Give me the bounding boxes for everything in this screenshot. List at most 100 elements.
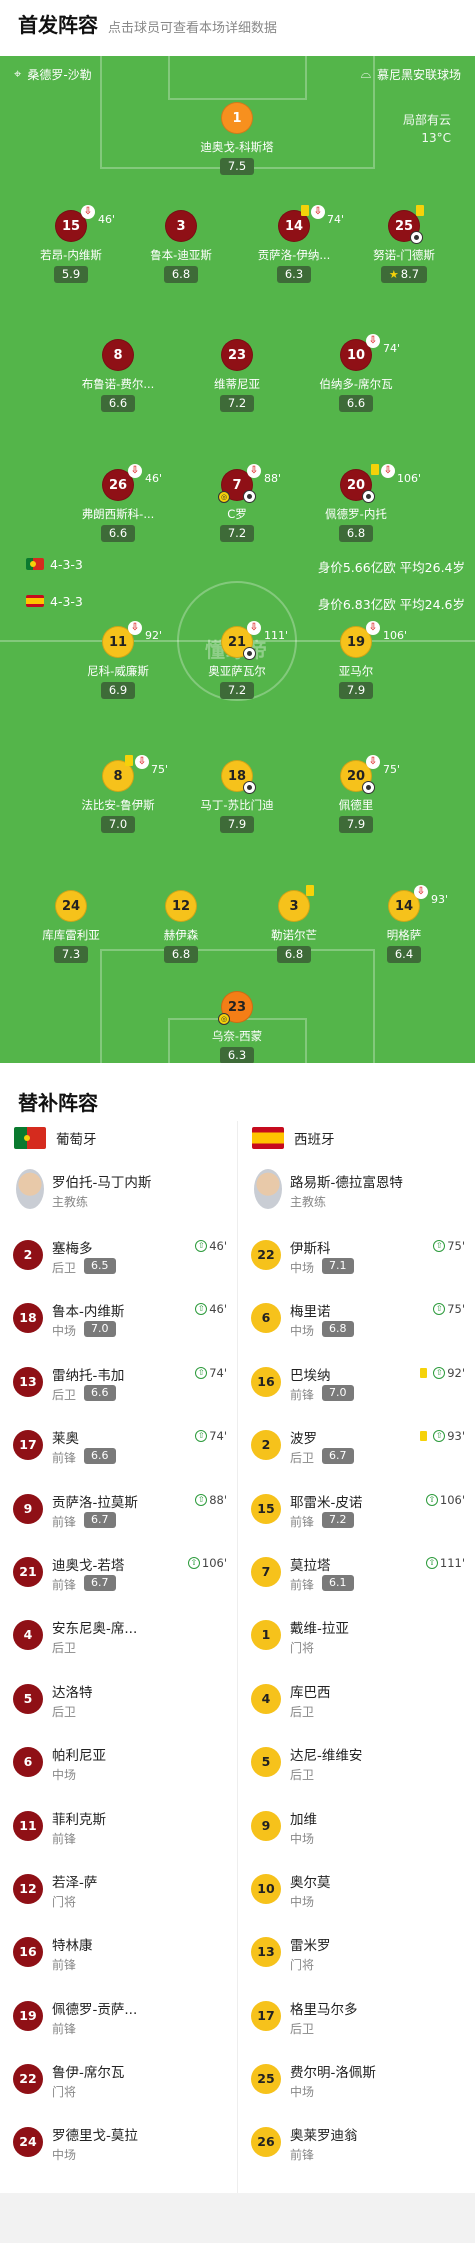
sub-player-row[interactable]: 13 雷米罗 门将 bbox=[238, 1924, 475, 1987]
sub-player-position: 前锋 bbox=[290, 1577, 315, 1592]
sub-player-row[interactable]: 1 戴维-拉亚 门将 bbox=[238, 1607, 475, 1670]
player-name: 库库雷利亚 bbox=[42, 928, 100, 942]
team-name: 葡萄牙 bbox=[56, 1132, 97, 1148]
sub-player-row[interactable]: 4 库巴西 后卫 bbox=[238, 1671, 475, 1734]
sub-in-icon: ⇧ bbox=[433, 1430, 446, 1443]
sub-player-position: 中场 bbox=[290, 1831, 315, 1846]
sub-in-time: ⇧ 106' bbox=[187, 1556, 227, 1570]
sub-player-name: 贡萨洛-拉莫斯 bbox=[52, 1494, 138, 1511]
sub-player-row[interactable]: 25 费尔明-洛佩斯 中场 bbox=[238, 2051, 475, 2114]
sub-player-row[interactable]: 22 鲁伊-席尔瓦 门将 bbox=[0, 2051, 237, 2114]
sub-out-icon: ⇩ bbox=[414, 885, 428, 899]
player-rating: 5.9 bbox=[53, 266, 89, 283]
pitch-player[interactable]: 1 迪奥戈-科斯塔 7.5 bbox=[182, 102, 292, 175]
weather-condition: 局部有云 bbox=[402, 113, 451, 127]
portugal-formation: 4-3-3 bbox=[50, 557, 83, 572]
pitch-player[interactable]: 8 布鲁诺-费尔... 6.6 bbox=[63, 339, 173, 412]
pitch-player[interactable]: 11 ⇩ 92' 尼科-威廉斯 6.9 bbox=[63, 621, 173, 699]
sub-player-number: 18 bbox=[13, 1303, 43, 1334]
sub-player-row[interactable]: 9 贡萨洛-拉莫斯 前锋 6.7 ⇧ 88' bbox=[0, 1481, 237, 1544]
referee-label: ⌖ 桑德罗-沙勒 bbox=[14, 66, 92, 83]
sub-player-number: 6 bbox=[251, 1303, 281, 1334]
sub-out-icon: ⇩ bbox=[128, 621, 142, 635]
sub-player-row[interactable]: 5 达尼-维维安 后卫 bbox=[238, 1734, 475, 1797]
assist-icon: ◎ bbox=[218, 491, 230, 503]
sub-player-row[interactable]: 4 安东尼奥-席... 后卫 bbox=[0, 1607, 237, 1670]
pitch-player[interactable]: 14 ⇩ 93' 明格萨 6.4 bbox=[349, 885, 459, 963]
sub-player-row[interactable]: 10 奥尔莫 中场 bbox=[238, 1861, 475, 1924]
pitch-player[interactable]: 21 ⇩ 111' 奥亚萨瓦尔 7.2 bbox=[182, 621, 292, 699]
pitch-player[interactable]: 8 ⇩ 75' 法比安-鲁伊斯 7.0 bbox=[63, 755, 173, 833]
sub-player-row[interactable]: 24 罗德里戈-莫拉 中场 bbox=[0, 2114, 237, 2177]
sub-player-row[interactable]: 6 帕利尼亚 中场 bbox=[0, 1734, 237, 1797]
sub-player-row[interactable]: 2 波罗 后卫 6.7 ⇧ 93' bbox=[238, 1417, 475, 1480]
sub-player-position: 中场 bbox=[52, 2148, 77, 2163]
sub-player-name: 鲁伊-席尔瓦 bbox=[52, 2065, 125, 2082]
sub-in-icon: ⇧ bbox=[195, 1366, 208, 1379]
sub-player-name: 格里马尔多 bbox=[290, 2001, 358, 2018]
sub-player-number: 16 bbox=[13, 1937, 43, 1968]
portugal-formation-row: 4-3-3 身价5.66亿欧 平均26.4岁 bbox=[0, 556, 475, 575]
player-name: 奥亚萨瓦尔 bbox=[208, 664, 266, 678]
sub-player-row[interactable]: 17 格里马尔多 后卫 bbox=[238, 1988, 475, 2051]
sub-player-number: 10 bbox=[251, 1873, 281, 1904]
sub-player-row[interactable]: 16 巴埃纳 前锋 7.0 ⇧ 92' bbox=[238, 1354, 475, 1417]
pitch-player[interactable]: 25 努诺-门德斯 ★ 8.7 bbox=[349, 205, 459, 283]
sub-player-row[interactable]: 26 奥莱罗迪翁 前锋 bbox=[238, 2114, 475, 2177]
player-name: 佩德罗-内托 bbox=[325, 507, 387, 521]
sub-player-row[interactable]: 18 鲁本-内维斯 中场 7.0 ⇧ 46' bbox=[0, 1290, 237, 1353]
sub-player-row[interactable]: 5 达洛特 后卫 bbox=[0, 1671, 237, 1734]
sub-player-row[interactable]: 9 加维 中场 bbox=[238, 1798, 475, 1861]
sub-player-number: 17 bbox=[251, 2000, 281, 2031]
sub-player-row[interactable]: 11 菲利克斯 前锋 bbox=[0, 1798, 237, 1861]
pitch-player[interactable]: 20 ⇩ 106' 佩德罗-内托 6.8 bbox=[301, 464, 421, 542]
pitch-player[interactable]: 12 赫伊森 6.8 bbox=[126, 890, 236, 963]
player-rating: 7.0 bbox=[100, 816, 136, 833]
pitch-player[interactable]: 15 ⇩ 46' 若昂-内维斯 5.9 bbox=[16, 205, 126, 283]
pitch-player[interactable]: 23 ◎ 乌奈-西蒙 6.3 bbox=[182, 991, 292, 1063]
sub-player-row[interactable]: 12 若泽-萨 门将 bbox=[0, 1861, 237, 1924]
portugal-subs-column: 葡萄牙 罗伯托-马丁内斯 主教练 2 塞梅多 后卫 6.5 ⇧ 46' 18 鲁本-内维斯 中场… bbox=[0, 1113, 237, 2178]
sub-player-row[interactable]: 15 耶雷米-皮诺 前锋 7.2 ⇧ 106' bbox=[238, 1481, 475, 1544]
pitch-player[interactable]: 3 勒诺尔芒 6.8 bbox=[239, 885, 349, 963]
sub-out-icon: ⇩ bbox=[135, 755, 149, 769]
sub-player-row[interactable]: 22 伊斯科 中场 7.1 ⇧ 75' bbox=[238, 1227, 475, 1290]
sub-minute: 106' bbox=[397, 472, 422, 485]
player-number: 14 bbox=[394, 899, 414, 914]
pitch-player[interactable]: 10 ⇩ 74' 伯纳多-席尔瓦 6.6 bbox=[301, 334, 411, 412]
pitch-player[interactable]: 3 鲁本-迪亚斯 6.8 bbox=[126, 210, 236, 283]
sub-player-name: 费尔明-洛佩斯 bbox=[290, 2065, 376, 2082]
sub-player-row[interactable]: 6 梅里诺 中场 6.8 ⇧ 75' bbox=[238, 1290, 475, 1353]
sub-player-row[interactable]: 21 迪奥戈-若塔 前锋 6.7 ⇧ 106' bbox=[0, 1544, 237, 1607]
coach-row[interactable]: 罗伯托-马丁内斯 主教练 bbox=[0, 1163, 237, 1227]
pitch-player[interactable]: 26 ⇩ 46' 弗朗西斯科-... 6.6 bbox=[63, 464, 173, 542]
sub-player-row[interactable]: 19 佩德罗-贡萨... 前锋 bbox=[0, 1988, 237, 2051]
sub-player-number: 16 bbox=[251, 1366, 281, 1397]
sub-player-row[interactable]: 2 塞梅多 后卫 6.5 ⇧ 46' bbox=[0, 1227, 237, 1290]
sub-player-name: 库巴西 bbox=[290, 1684, 331, 1701]
pitch-player[interactable]: 23 维蒂尼亚 7.2 bbox=[182, 339, 292, 412]
player-number: 8 bbox=[102, 339, 134, 371]
sub-in-icon: ⇧ bbox=[425, 1556, 438, 1569]
pitch-player[interactable]: 18 马丁-苏比门迪 7.9 bbox=[182, 760, 292, 833]
sub-player-row[interactable]: 16 特林康 前锋 bbox=[0, 1924, 237, 1987]
player-name: 若昂-内维斯 bbox=[40, 248, 102, 262]
sub-in-icon: ⇧ bbox=[433, 1303, 446, 1316]
sub-player-position: 后卫 bbox=[52, 1704, 77, 1719]
sub-in-icon: ⇧ bbox=[425, 1493, 438, 1506]
sub-minute: 74' bbox=[327, 213, 345, 226]
sub-player-row[interactable]: 7 莫拉塔 前锋 6.1 ⇧ 111' bbox=[238, 1544, 475, 1607]
sub-player-row[interactable]: 17 莱奥 前锋 6.6 ⇧ 74' bbox=[0, 1417, 237, 1480]
pitch-player[interactable]: 24 库库雷利亚 7.3 bbox=[16, 890, 126, 963]
coach-row[interactable]: 路易斯-德拉富恩特 主教练 bbox=[238, 1163, 475, 1227]
pitch-player[interactable]: 7 ⇩ 88' ◎ C罗 7.2 bbox=[182, 464, 292, 542]
sub-player-name: 若泽-萨 bbox=[52, 1874, 98, 1891]
sub-player-position: 中场 bbox=[290, 1324, 315, 1339]
pitch-player[interactable]: 19 ⇩ 106' 亚马尔 7.9 bbox=[301, 621, 411, 699]
sub-player-row[interactable]: 13 雷纳托-韦加 后卫 6.6 ⇧ 74' bbox=[0, 1354, 237, 1417]
player-name: 佩德里 bbox=[338, 798, 374, 812]
sub-player-rating: 7.0 bbox=[322, 1384, 354, 1401]
pitch-player[interactable]: 20 ⇩ 75' 佩德里 7.9 bbox=[301, 755, 411, 833]
pitch-player[interactable]: 14 ⇩ 74' 贡萨洛-伊纳... 6.3 bbox=[239, 205, 349, 283]
sub-player-position: 前锋 bbox=[290, 1514, 315, 1529]
